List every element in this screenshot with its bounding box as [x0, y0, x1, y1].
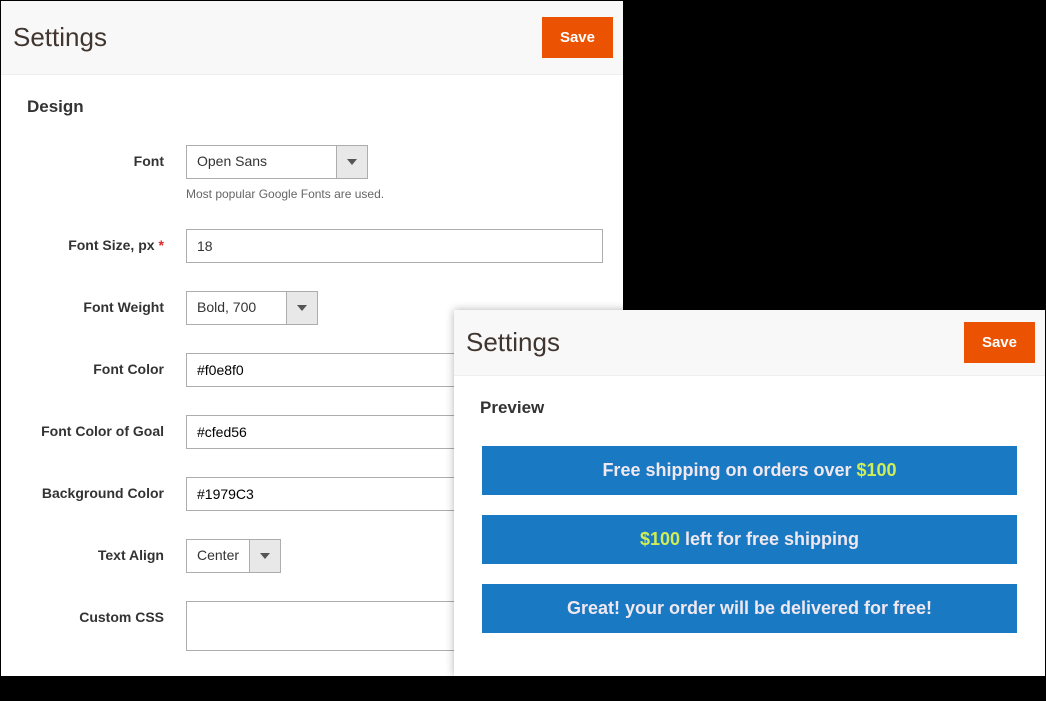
font-weight-value: Bold, 700 — [187, 292, 287, 324]
settings-panel-preview: Settings Save Preview Free shipping on o… — [454, 310, 1045, 676]
preview-text: left for free shipping — [680, 529, 859, 549]
control-font: Open Sans Most popular Google Fonts are … — [186, 145, 603, 201]
font-size-input[interactable] — [186, 229, 603, 263]
save-button[interactable]: Save — [964, 322, 1035, 363]
chevron-down-icon — [287, 292, 317, 324]
font-hint: Most popular Google Fonts are used. — [186, 187, 603, 201]
chevron-down-icon — [250, 540, 280, 572]
preview-text: Free shipping on orders over — [602, 460, 856, 480]
label-text-align: Text Align — [21, 539, 186, 563]
font-select[interactable]: Open Sans — [186, 145, 368, 179]
preview-bar-threshold: Free shipping on orders over $100 — [482, 446, 1017, 495]
text-align-value: Center — [187, 540, 250, 572]
font-select-value: Open Sans — [187, 146, 337, 178]
label-font-size-text: Font Size, px — [68, 237, 154, 253]
preview-goal-amount: $100 — [857, 460, 897, 480]
panel-header: Settings Save — [454, 310, 1045, 376]
page-title: Settings — [11, 22, 107, 53]
row-font: Font Open Sans Most popular Google Fonts… — [21, 145, 603, 201]
label-font-weight: Font Weight — [21, 291, 186, 315]
panel-body: Preview Free shipping on orders over $10… — [454, 376, 1045, 655]
required-star-icon: * — [159, 237, 164, 253]
preview-bar-success: Great! your order will be delivered for … — [482, 584, 1017, 633]
label-font-size: Font Size, px * — [21, 229, 186, 253]
control-font-size — [186, 229, 603, 263]
text-align-select[interactable]: Center — [186, 539, 281, 573]
section-title-design: Design — [21, 97, 603, 117]
label-font-color: Font Color — [21, 353, 186, 377]
label-bg-color: Background Color — [21, 477, 186, 501]
preview-container: Free shipping on orders over $100 $100 l… — [474, 446, 1025, 633]
label-custom-css: Custom CSS — [21, 601, 186, 625]
font-weight-select[interactable]: Bold, 700 — [186, 291, 318, 325]
label-goal-color: Font Color of Goal — [21, 415, 186, 439]
panel-header: Settings Save — [1, 1, 623, 75]
label-font: Font — [21, 145, 186, 169]
preview-text: Great! your order will be delivered for … — [567, 598, 932, 618]
preview-goal-amount: $100 — [640, 529, 680, 549]
row-font-size: Font Size, px * — [21, 229, 603, 263]
save-button[interactable]: Save — [542, 17, 613, 58]
chevron-down-icon — [337, 146, 367, 178]
preview-bar-remaining: $100 left for free shipping — [482, 515, 1017, 564]
section-title-preview: Preview — [474, 398, 1025, 418]
page-title: Settings — [464, 327, 560, 358]
